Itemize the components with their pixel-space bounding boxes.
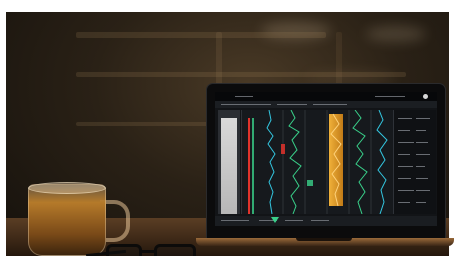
laptop <box>206 83 446 245</box>
depth-track <box>241 110 262 214</box>
laptop-screen <box>215 92 437 226</box>
app-title-bar <box>215 92 437 101</box>
laptop-notch <box>296 238 352 241</box>
curve-tracks <box>261 110 393 214</box>
marker-icon <box>271 217 279 223</box>
right-data-table <box>393 110 436 214</box>
lithology-column <box>221 118 237 214</box>
bottom-status-strip <box>215 216 437 226</box>
app-toolbar[interactable] <box>215 101 437 108</box>
